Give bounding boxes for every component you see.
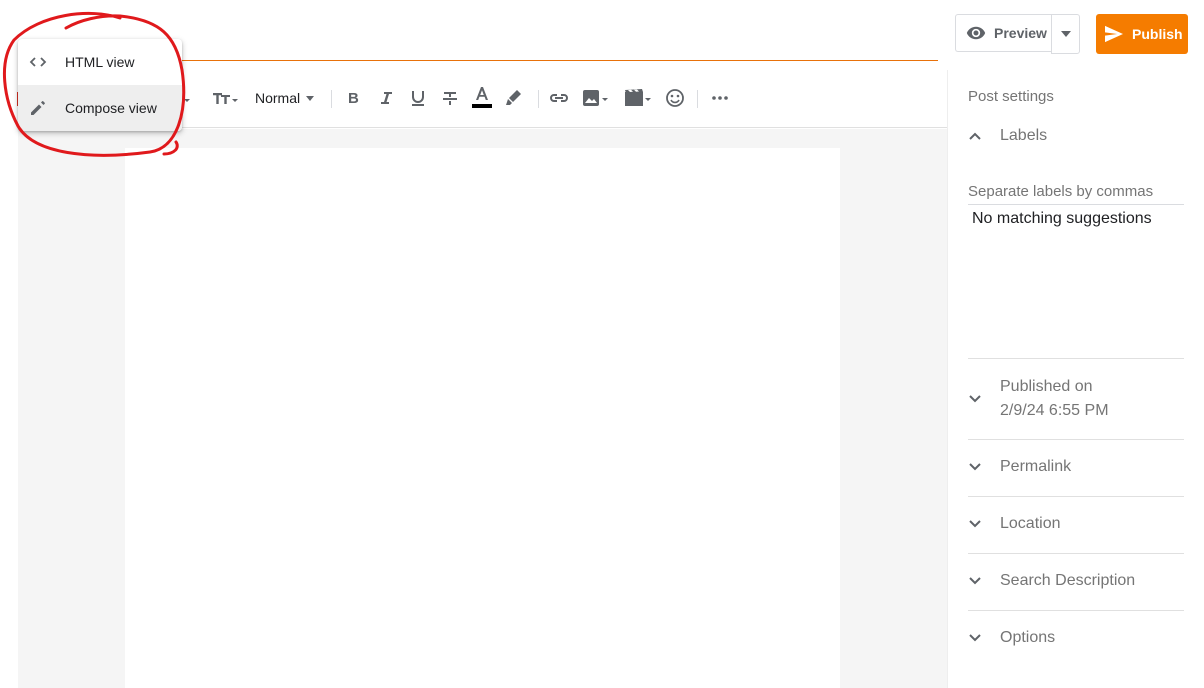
svg-text:B: B	[348, 90, 359, 107]
strikethrough-icon	[442, 88, 458, 108]
bold-icon: B	[346, 88, 362, 108]
insert-link-button[interactable]	[549, 88, 569, 108]
paragraph-style-label: Normal	[255, 90, 301, 106]
text-size-icon	[213, 88, 241, 108]
section-divider	[968, 553, 1184, 554]
toolbar-divider	[538, 90, 539, 108]
permalink-section-toggle[interactable]: Permalink	[968, 458, 1184, 476]
chevron-down-icon	[968, 462, 1000, 472]
text-color-icon	[472, 86, 492, 108]
compose-editor-page[interactable]	[125, 148, 840, 688]
labels-input[interactable]	[968, 178, 1184, 205]
publish-label: Publish	[1132, 26, 1183, 42]
published-on-value: 2/9/24 6:55 PM	[1000, 402, 1109, 419]
text-color-button[interactable]	[472, 86, 492, 108]
insert-image-button[interactable]	[582, 88, 610, 108]
highlight-color-button[interactable]	[505, 88, 523, 108]
search-description-label: Search Description	[1000, 572, 1136, 589]
no-suggestions-text: No matching suggestions	[972, 210, 1152, 227]
chevron-down-icon	[968, 633, 1000, 643]
post-settings-title: Post settings	[968, 88, 1054, 105]
caret-down-icon	[1060, 31, 1071, 37]
more-options-button[interactable]	[710, 88, 730, 108]
chevron-down-icon	[968, 519, 1000, 529]
italic-icon	[378, 88, 394, 108]
emoji-icon	[665, 88, 685, 108]
toolbar-divider	[697, 90, 698, 108]
location-label: Location	[1000, 515, 1061, 532]
labels-section-toggle[interactable]: Labels	[968, 127, 1184, 145]
preview-dropdown-button[interactable]	[1051, 14, 1080, 54]
permalink-label: Permalink	[1000, 458, 1072, 475]
italic-button[interactable]	[378, 88, 394, 108]
insert-video-button[interactable]	[624, 88, 654, 108]
paragraph-style-dropdown[interactable]: Normal	[255, 88, 315, 108]
strikethrough-button[interactable]	[442, 88, 458, 108]
search-description-section-toggle[interactable]: Search Description	[968, 572, 1184, 590]
options-section-toggle[interactable]: Options	[968, 629, 1184, 647]
preview-button[interactable]: Preview	[955, 14, 1051, 52]
section-divider	[968, 439, 1184, 440]
labels-heading: Labels	[1000, 127, 1048, 144]
section-divider	[968, 358, 1184, 359]
more-horizontal-icon	[710, 88, 730, 108]
toolbar-divider	[331, 90, 332, 108]
link-icon	[549, 88, 569, 108]
font-size-button[interactable]	[213, 88, 241, 108]
location-section-toggle[interactable]: Location	[968, 515, 1184, 533]
preview-label: Preview	[994, 25, 1047, 41]
eye-icon	[966, 23, 986, 43]
underline-icon	[410, 88, 426, 108]
section-divider	[968, 496, 1184, 497]
underline-button[interactable]	[410, 88, 426, 108]
section-divider	[968, 610, 1184, 611]
caret-down-icon	[306, 95, 315, 101]
bold-button[interactable]: B	[346, 88, 362, 108]
published-on-label: Published on	[1000, 378, 1093, 395]
chevron-up-icon	[968, 131, 1000, 141]
highlighter-icon	[505, 88, 523, 108]
chevron-down-icon	[968, 394, 1000, 404]
publish-button[interactable]: Publish	[1096, 14, 1188, 54]
annotation-circle	[2, 11, 186, 157]
image-icon	[582, 88, 610, 108]
video-icon	[624, 88, 654, 108]
published-on-section-toggle[interactable]: Published on 2/9/24 6:55 PM	[968, 376, 1184, 422]
insert-emoji-button[interactable]	[665, 88, 685, 108]
chevron-down-icon	[968, 576, 1000, 586]
send-icon	[1104, 25, 1124, 43]
options-label: Options	[1000, 629, 1056, 646]
